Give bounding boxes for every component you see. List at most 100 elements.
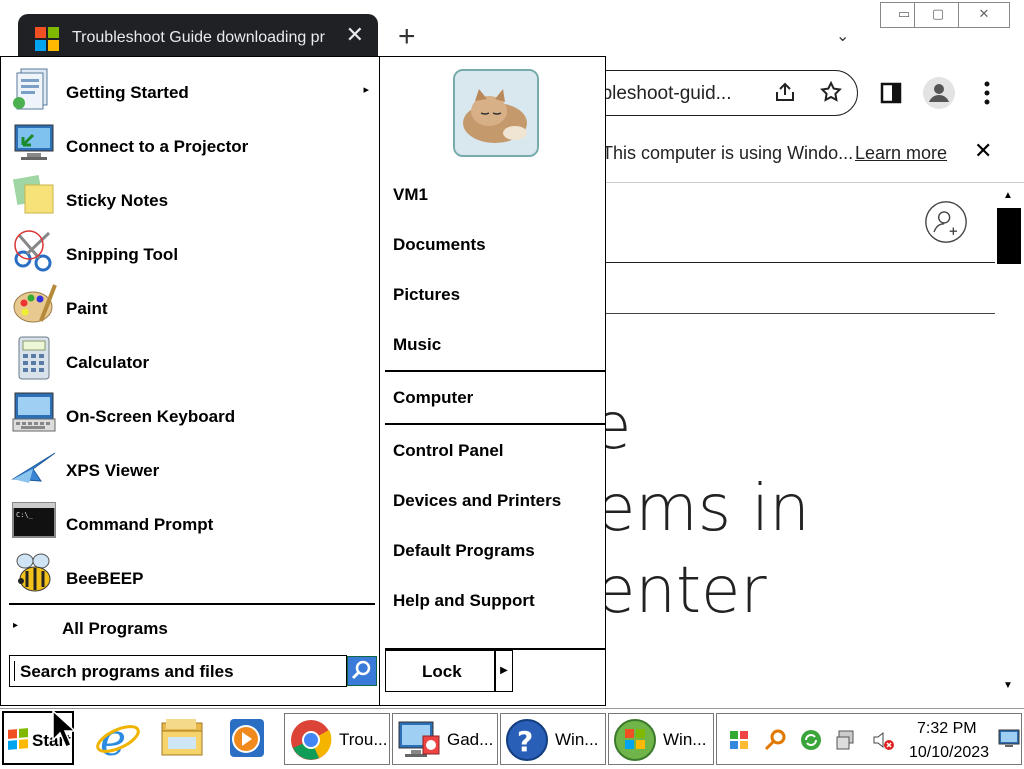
- search-key-icon[interactable]: [763, 728, 787, 752]
- calculator-icon: [18, 336, 50, 380]
- address-text: ubleshoot-guid...: [591, 83, 732, 104]
- page-heading-line: enter: [596, 554, 767, 628]
- system-tray: 7:32 PM 10/10/2023: [716, 713, 1022, 765]
- clock-time[interactable]: 7:32 PM: [917, 720, 977, 738]
- scroll-up-icon[interactable]: ▲: [1003, 190, 1013, 201]
- lock-button[interactable]: Lock: [385, 650, 495, 692]
- tab-close-icon[interactable]: ✕: [346, 24, 364, 46]
- sign-in-user-icon[interactable]: [924, 200, 968, 244]
- program-snipping-tool[interactable]: Snipping Tool: [1, 223, 377, 277]
- cmd-icon: C:\_: [12, 502, 56, 538]
- svg-text:C:\_: C:\_: [16, 511, 34, 519]
- program-label: Getting Started: [66, 83, 189, 102]
- program-xps-viewer[interactable]: XPS Viewer: [1, 439, 377, 493]
- program-label: BeeBEEP: [66, 569, 144, 588]
- window-close-button[interactable]: ✕: [958, 2, 1010, 28]
- xps-viewer-icon: [11, 452, 56, 483]
- network-icon[interactable]: [835, 728, 859, 752]
- help-support-link[interactable]: Help and Support: [393, 591, 535, 611]
- bee-icon: [16, 553, 51, 592]
- tab-search-chevron-icon[interactable]: ⌄: [836, 26, 849, 46]
- learn-more-link[interactable]: Learn more: [855, 143, 947, 164]
- program-calculator[interactable]: Calculator: [1, 331, 377, 385]
- windows-icon: [614, 719, 656, 761]
- user-picture[interactable]: [453, 69, 539, 157]
- documents-link[interactable]: Documents: [393, 235, 486, 255]
- devices-printers-link[interactable]: Devices and Printers: [393, 491, 561, 511]
- text-caret: [14, 661, 15, 681]
- program-sticky-notes[interactable]: Sticky Notes: [1, 169, 377, 223]
- places-divider: [385, 423, 605, 425]
- media-player-icon[interactable]: [222, 715, 270, 761]
- program-on-screen-keyboard[interactable]: On-Screen Keyboard: [1, 385, 377, 439]
- program-beebeep[interactable]: BeeBEEP: [1, 547, 377, 601]
- taskbar-task-help[interactable]: ? Win...: [500, 713, 606, 765]
- taskbar-task-windows[interactable]: Win...: [608, 713, 714, 765]
- user-folder-link[interactable]: VM1: [393, 185, 428, 205]
- submenu-arrow-icon: ▸: [363, 84, 369, 96]
- search-placeholder: Search programs and files: [20, 662, 234, 681]
- file-explorer-icon[interactable]: [158, 715, 206, 761]
- program-label: Snipping Tool: [66, 245, 179, 264]
- taskbar: Start e Trou... Gad... ? Win... Win... 7…: [0, 708, 1024, 769]
- places-divider: [385, 370, 605, 372]
- default-programs-link[interactable]: Default Programs: [393, 541, 535, 561]
- computer-link[interactable]: Computer: [393, 388, 473, 408]
- program-connect-projector[interactable]: Connect to a Projector: [1, 115, 377, 169]
- browser-tab[interactable]: Troubleshoot Guide downloading pr ✕: [18, 14, 378, 58]
- program-label: Calculator: [66, 353, 150, 372]
- all-programs-label: All Programs: [62, 619, 168, 638]
- arrow-right-icon: ▸: [13, 620, 19, 631]
- pictures-link[interactable]: Pictures: [393, 285, 460, 305]
- scroll-down-icon[interactable]: ▼: [1003, 680, 1013, 691]
- side-panel-icon[interactable]: [880, 82, 902, 104]
- volume-muted-icon[interactable]: [871, 728, 895, 752]
- music-link[interactable]: Music: [393, 335, 441, 355]
- projector-icon: [14, 124, 54, 160]
- tab-strip: Troubleshoot Guide downloading pr ✕ + ⌄ …: [0, 0, 1024, 58]
- search-icon[interactable]: [347, 656, 377, 686]
- windows-flag-icon: [8, 728, 28, 750]
- program-label: Sticky Notes: [66, 191, 169, 210]
- page-divider: [605, 313, 995, 314]
- scrollbar-thumb[interactable]: [997, 208, 1021, 264]
- programs-divider: [9, 603, 375, 605]
- taskbar-task-gadgets[interactable]: Gad...: [392, 713, 498, 765]
- mouse-pointer-icon: [52, 710, 77, 748]
- internet-explorer-icon[interactable]: e: [94, 715, 142, 761]
- task-label: Win...: [663, 730, 707, 749]
- action-center-icon[interactable]: [727, 728, 751, 752]
- sticky-notes-icon: [12, 174, 54, 214]
- sync-icon[interactable]: [799, 728, 823, 752]
- page-scrollbar[interactable]: ▲ ▼: [997, 184, 1024, 708]
- control-panel-link[interactable]: Control Panel: [393, 441, 504, 461]
- shutdown-options-arrow-icon[interactable]: ▶: [495, 650, 513, 692]
- all-programs-button[interactable]: ▸ All Programs: [1, 613, 377, 643]
- program-paint[interactable]: Paint: [1, 277, 377, 331]
- task-label: Gad...: [447, 730, 494, 749]
- new-tab-button[interactable]: +: [398, 22, 416, 52]
- page-divider: [605, 262, 995, 263]
- start-menu: Getting Started ▸ Connect to a Projector…: [0, 56, 606, 706]
- search-input[interactable]: Search programs and files: [9, 655, 347, 687]
- program-getting-started[interactable]: Getting Started ▸: [1, 61, 377, 115]
- task-label: Win...: [555, 730, 599, 749]
- share-icon[interactable]: [773, 80, 797, 104]
- show-desktop-icon[interactable]: [997, 726, 1021, 750]
- clock-date[interactable]: 10/10/2023: [909, 744, 989, 762]
- program-command-prompt[interactable]: C:\_ Command Prompt: [1, 493, 377, 547]
- svg-text:?: ?: [517, 725, 533, 758]
- tab-title: Troubleshoot Guide downloading pr: [72, 29, 325, 46]
- maximize-button[interactable]: ▢: [914, 2, 962, 28]
- kebab-menu-icon[interactable]: [980, 80, 994, 106]
- program-label: Paint: [66, 299, 108, 318]
- scissors-icon: [14, 230, 52, 272]
- getting-started-icon: [13, 68, 48, 110]
- info-bar-close-icon[interactable]: ✕: [974, 138, 992, 164]
- bookmark-star-icon[interactable]: [819, 80, 843, 104]
- program-label: XPS Viewer: [66, 461, 160, 480]
- keyboard-icon: [12, 392, 56, 432]
- profile-avatar-icon[interactable]: [922, 76, 956, 110]
- program-label: Connect to a Projector: [66, 137, 249, 156]
- taskbar-task-chrome[interactable]: Trou...: [284, 713, 390, 765]
